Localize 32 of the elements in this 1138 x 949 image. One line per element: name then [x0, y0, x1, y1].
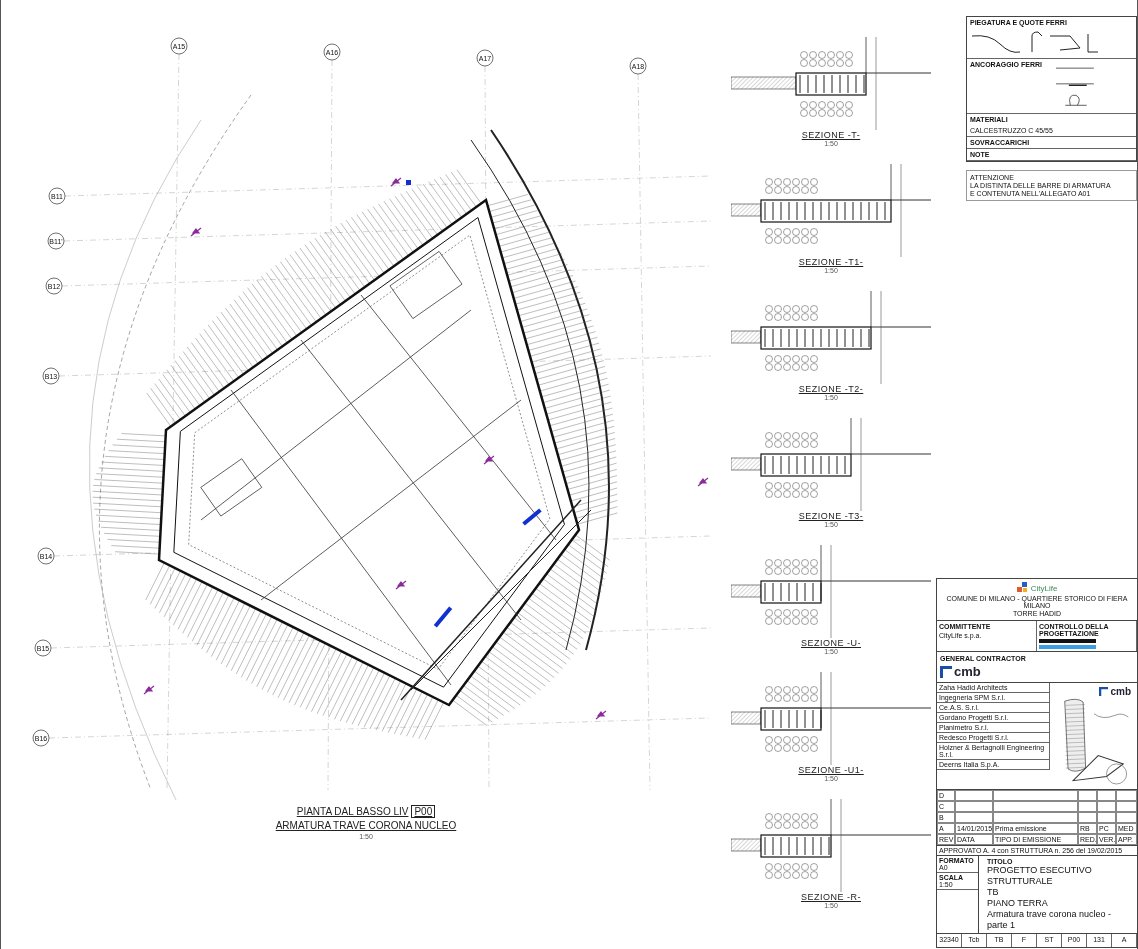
table-cell	[1116, 801, 1137, 812]
drawing-title: PROGETTO ESECUTIVO STRUTTURALE	[987, 865, 1093, 887]
drawing-title: PIANO TERRA	[987, 898, 1049, 909]
section-title: SEZIONE -U-	[801, 638, 861, 648]
logo-text: CityLife	[1030, 583, 1058, 593]
table-cell	[1078, 801, 1097, 812]
table-cell	[1097, 812, 1116, 823]
table-cell	[1097, 801, 1116, 812]
table-cell	[1097, 790, 1116, 801]
section-title: SEZIONE -T1-	[798, 257, 864, 267]
contractor-logo-text: cmb	[954, 664, 981, 679]
plan-subtitle: ARMATURA TRAVE CORONA NUCLEO	[275, 820, 457, 831]
level-tag: P00	[411, 805, 436, 818]
table-cell	[955, 812, 993, 823]
table-cell	[955, 801, 993, 812]
table-cell	[1078, 790, 1097, 801]
plan-title: PIANTA DAL BASSO LIV	[296, 806, 409, 817]
section-title: SEZIONE -T-	[801, 130, 861, 140]
logo-icon	[1099, 687, 1109, 696]
sketch-logo-text: cmb	[1110, 686, 1131, 697]
section-title: SEZIONE -T3-	[798, 511, 864, 521]
drawing-title: Armatura trave corona nucleo - parte 1	[987, 909, 1113, 931]
table-cell	[1078, 812, 1097, 823]
section-title: SEZIONE -T2-	[798, 384, 864, 394]
logo-icon	[940, 665, 952, 678]
table-cell	[955, 790, 993, 801]
logo-icon	[1016, 582, 1029, 594]
section-title: SEZIONE -R-	[801, 892, 861, 902]
table-cell	[1116, 812, 1137, 823]
drawing-title: TB	[987, 887, 1000, 898]
table-cell	[1116, 790, 1137, 801]
section-title: SEZIONE -U1-	[798, 765, 864, 775]
